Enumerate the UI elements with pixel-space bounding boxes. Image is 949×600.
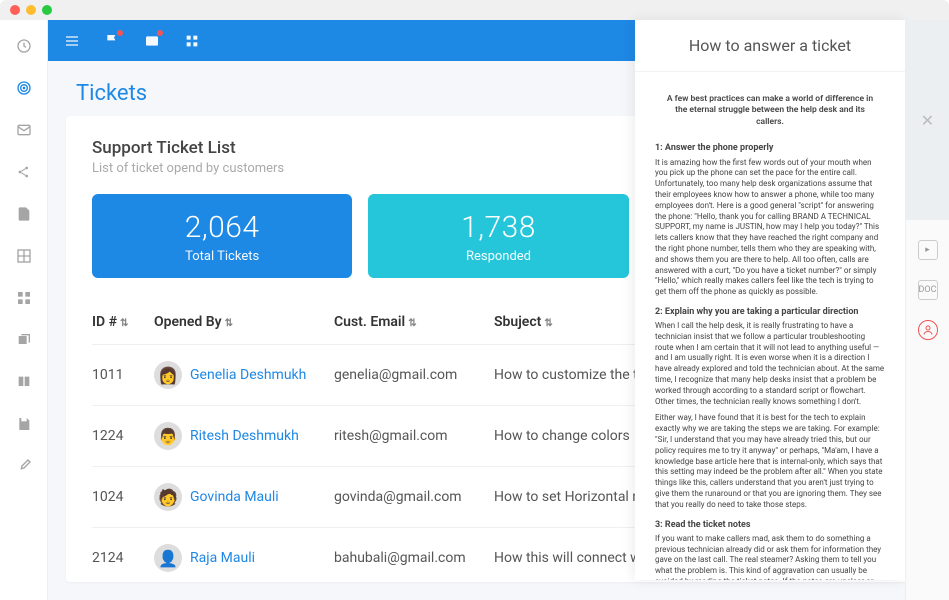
right-sidebar: ✕ ▸ DOC	[905, 20, 949, 600]
cell-opened-by[interactable]: 👤 Raja Mauli	[154, 544, 334, 572]
article-p: If you want to make callers mad, ask the…	[655, 534, 885, 580]
message-icon[interactable]	[144, 33, 160, 49]
stat-responded-label: Responded	[372, 249, 624, 264]
stat-total-label: Total Tickets	[96, 249, 348, 264]
header-opened-by[interactable]: Opened By⇅	[154, 314, 334, 330]
avatar: 👩	[154, 361, 182, 389]
notification-dot	[117, 30, 123, 36]
layers-icon[interactable]	[16, 332, 32, 348]
article-panel: How to answer a ticket A few best practi…	[635, 20, 905, 580]
sort-icon: ⇅	[120, 318, 128, 329]
book-icon[interactable]	[16, 374, 32, 390]
cell-id: 1024	[92, 489, 154, 505]
window-chrome	[0, 0, 949, 20]
minimize-window-icon[interactable]	[26, 5, 36, 15]
sort-icon: ⇅	[408, 318, 416, 329]
user-icon[interactable]	[918, 320, 938, 340]
close-panel-button[interactable]: ✕	[906, 20, 949, 220]
save-icon[interactable]	[16, 416, 32, 432]
file-icon[interactable]	[16, 206, 32, 222]
avatar: 👤	[154, 544, 182, 572]
user-link[interactable]: Govinda Mauli	[190, 489, 279, 505]
stat-responded-value: 1,738	[372, 210, 624, 245]
article-h3: 3: Read the ticket notes	[655, 519, 885, 531]
article-intro: A few best practices can make a world of…	[665, 94, 875, 128]
stat-total: 2,064 Total Tickets	[92, 194, 352, 278]
flag-icon[interactable]	[104, 33, 120, 49]
cell-id: 1011	[92, 367, 154, 383]
stat-responded: 1,738 Responded	[368, 194, 628, 278]
video-icon[interactable]: ▸	[918, 240, 938, 260]
sort-icon: ⇅	[225, 318, 233, 329]
cell-opened-by[interactable]: 👨 Ritesh Deshmukh	[154, 422, 334, 450]
header-id[interactable]: ID #⇅	[92, 314, 154, 330]
cell-opened-by[interactable]: 🧑 Govinda Mauli	[154, 483, 334, 511]
article-p: It is amazing how the first few words ou…	[655, 158, 885, 298]
target-icon[interactable]	[16, 80, 32, 96]
article-title: How to answer a ticket	[635, 20, 905, 72]
dashboard-icon[interactable]	[16, 38, 32, 54]
cell-opened-by[interactable]: 👩 Genelia Deshmukh	[154, 361, 334, 389]
cell-id: 1224	[92, 428, 154, 444]
notification-dot	[157, 30, 163, 36]
maximize-window-icon[interactable]	[42, 5, 52, 15]
cell-id: 2124	[92, 550, 154, 566]
article-p: When I call the help desk, it is really …	[655, 321, 885, 407]
close-window-icon[interactable]	[10, 5, 20, 15]
article-h2: 2: Explain why you are taking a particul…	[655, 306, 885, 318]
avatar: 🧑	[154, 483, 182, 511]
doc-icon[interactable]: DOC	[918, 280, 938, 300]
apps-icon[interactable]	[16, 290, 32, 306]
share-icon[interactable]	[16, 164, 32, 180]
avatar: 👨	[154, 422, 182, 450]
cell-email: bahubali@gmail.com	[334, 550, 494, 566]
sort-icon: ⇅	[544, 318, 552, 329]
cell-email: govinda@gmail.com	[334, 489, 494, 505]
user-link[interactable]: Ritesh Deshmukh	[190, 428, 299, 444]
article-h1: 1: Answer the phone properly	[655, 142, 885, 154]
user-link[interactable]: Raja Mauli	[190, 550, 255, 566]
stat-total-value: 2,064	[96, 210, 348, 245]
cell-email: ritesh@gmail.com	[334, 428, 494, 444]
apps-topbar-icon[interactable]	[184, 33, 200, 49]
article-p: Either way, I have found that it is best…	[655, 413, 885, 510]
cell-email: genelia@gmail.com	[334, 367, 494, 383]
brush-icon[interactable]	[16, 458, 32, 474]
article-body: A few best practices can make a world of…	[635, 72, 905, 580]
sidebar-nav	[0, 20, 48, 600]
user-link[interactable]: Genelia Deshmukh	[190, 367, 306, 383]
grid-icon[interactable]	[16, 248, 32, 264]
menu-icon[interactable]	[64, 33, 80, 49]
mail-icon[interactable]	[16, 122, 32, 138]
header-email[interactable]: Cust. Email⇅	[334, 314, 494, 330]
